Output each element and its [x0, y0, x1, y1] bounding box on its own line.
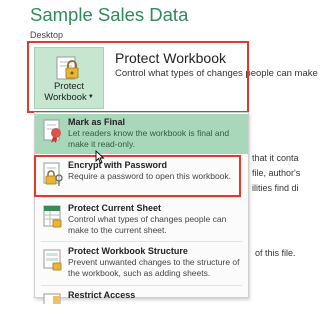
menu-item-description: Control what types of changes people can…: [68, 214, 227, 235]
info-text-line: file, author's: [252, 168, 301, 178]
info-text-line: that it conta: [252, 153, 299, 163]
menu-separator: [41, 285, 242, 286]
menu-item-mark-as-final[interactable]: Mark as Final Let readers know the workb…: [35, 114, 248, 154]
menu-item-description: Prevent unwanted changes to the structur…: [68, 257, 240, 278]
menu-item-title: Protect Workbook Structure: [68, 246, 188, 256]
menu-item-protect-current-sheet[interactable]: Protect Current Sheet Control what types…: [35, 200, 248, 240]
sheet-icon: [42, 204, 64, 235]
document-location: Desktop: [30, 30, 64, 40]
annotation-box: [27, 41, 249, 113]
workbook-icon: [42, 247, 64, 278]
menu-separator: [41, 241, 242, 242]
ribbon-icon: [42, 118, 64, 149]
info-text-line: of this file.: [255, 248, 296, 258]
mouse-cursor-icon: [95, 149, 105, 169]
restrict-icon: [42, 291, 64, 309]
info-text-line: ilities find di: [252, 183, 299, 193]
menu-item-protect-workbook-structure[interactable]: Protect Workbook Structure Prevent unwan…: [35, 243, 248, 283]
document-title: Sample Sales Data: [30, 4, 189, 25]
menu-item-title: Restrict Access: [68, 290, 136, 300]
protect-workbook-menu: Mark as Final Let readers know the workb…: [34, 112, 249, 307]
menu-item-title: Mark as Final: [68, 117, 126, 127]
menu-item-title: Protect Current Sheet: [68, 203, 162, 213]
menu-item-restrict-access[interactable]: Restrict Access: [35, 287, 248, 307]
menu-item-description: Let readers know the workbook is final a…: [68, 128, 230, 149]
menu-separator: [41, 197, 242, 198]
annotation-box: [34, 155, 241, 197]
